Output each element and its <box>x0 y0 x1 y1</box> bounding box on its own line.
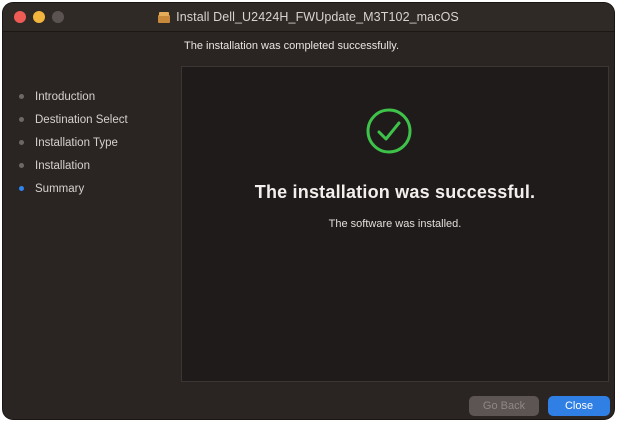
sidebar-item-label: Introduction <box>35 90 96 103</box>
close-button[interactable]: Close <box>548 396 610 416</box>
sidebar-item-installation: Installation <box>19 154 174 177</box>
sidebar-item-label: Summary <box>35 182 85 195</box>
sidebar-item-installation-type: Installation Type <box>19 131 174 154</box>
sidebar-item-introduction: Introduction <box>19 85 174 108</box>
step-bullet-icon <box>19 94 24 99</box>
installer-steps-sidebar: Introduction Destination Select Installa… <box>19 85 174 200</box>
status-text: The installation was completed successfu… <box>184 40 400 52</box>
sidebar-item-label: Destination Select <box>35 113 128 126</box>
title-bar[interactable]: Install Dell_U2424H_FWUpdate_M3T102_macO… <box>3 3 614 32</box>
window-title-group: Install Dell_U2424H_FWUpdate_M3T102_macO… <box>3 3 614 31</box>
content-panel: The installation was successful. The sof… <box>181 66 609 382</box>
sidebar-item-label: Installation Type <box>35 136 118 149</box>
check-circle-icon <box>366 108 412 154</box>
sidebar-item-destination-select: Destination Select <box>19 108 174 131</box>
sidebar-item-summary: Summary <box>19 177 174 200</box>
step-bullet-icon <box>19 140 24 145</box>
active-step-bullet-icon <box>19 186 24 191</box>
success-subline: The software was installed. <box>328 218 462 230</box>
success-headline: The installation was successful. <box>254 182 536 202</box>
package-icon <box>158 11 171 23</box>
sidebar-item-label: Installation <box>35 159 90 172</box>
installer-window: Install Dell_U2424H_FWUpdate_M3T102_macO… <box>3 3 614 419</box>
go-back-button[interactable]: Go Back <box>469 396 539 416</box>
step-bullet-icon <box>19 163 24 168</box>
step-bullet-icon <box>19 117 24 122</box>
window-title: Install Dell_U2424H_FWUpdate_M3T102_macO… <box>176 10 459 24</box>
